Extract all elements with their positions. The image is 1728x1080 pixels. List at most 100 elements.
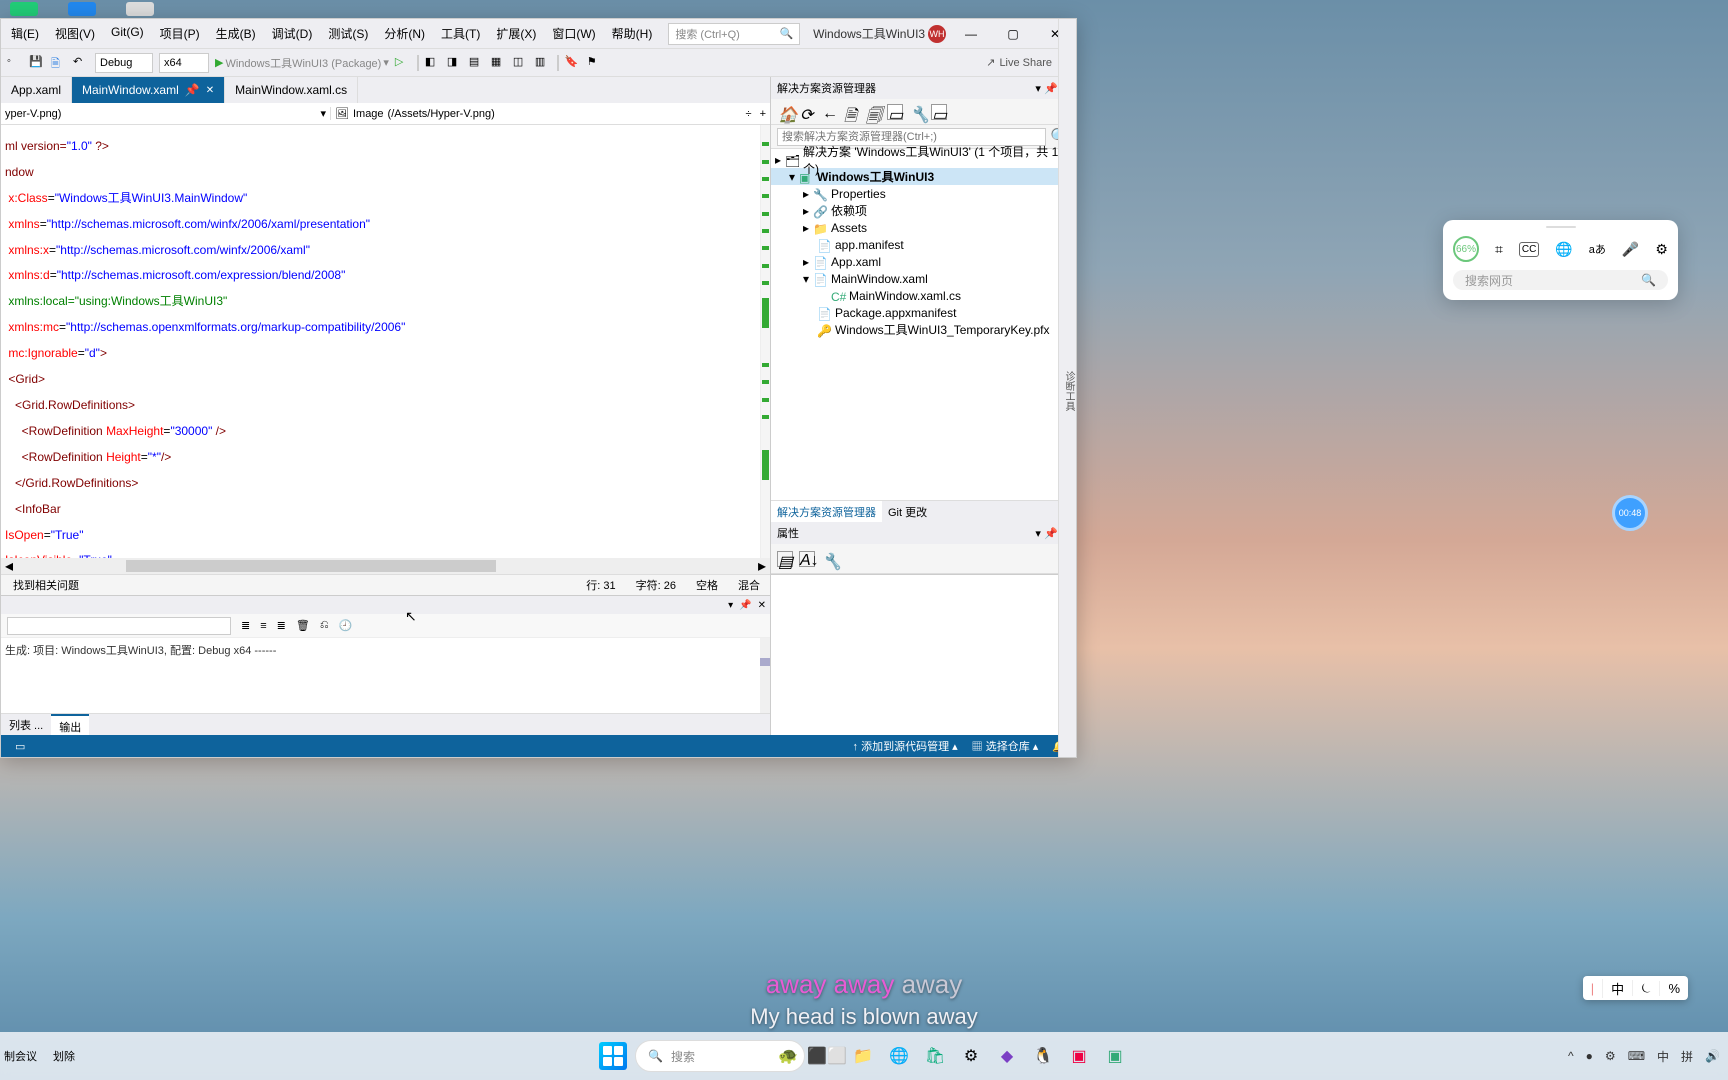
- system-tray[interactable]: ^ ● ⚙ ⌨ 中 拼 🔊: [1568, 1048, 1720, 1065]
- start-button[interactable]: [599, 1042, 627, 1070]
- source-control-button[interactable]: ↑ 添加到源代码管理 ▴: [853, 738, 958, 754]
- close-icon[interactable]: ✕: [206, 85, 214, 96]
- taskbar-search[interactable]: 🔍搜索 🐢: [635, 1040, 805, 1072]
- start-debug-button[interactable]: ▶Windows工具WinUI3 (Package)▾: [215, 55, 389, 71]
- tool-icon-4[interactable]: ▦: [491, 55, 507, 71]
- pin-icon[interactable]: 📌: [1044, 528, 1058, 540]
- tree-assets[interactable]: ▸📁Assets: [799, 219, 1076, 236]
- undo-icon[interactable]: ↶: [73, 55, 89, 71]
- tool-icon-3[interactable]: ▤: [469, 55, 485, 71]
- menu-debug[interactable]: 调试(D): [266, 21, 319, 46]
- tab-mainwindow-xaml[interactable]: MainWindow.xaml📌✕: [72, 77, 225, 103]
- filter-icon[interactable]: ▭: [887, 104, 903, 120]
- doc-nav-left[interactable]: yper-V.png)▾: [1, 107, 331, 120]
- title-search[interactable]: 搜索 (Ctrl+Q) 🔍: [668, 23, 800, 45]
- tab-mainwindow-cs[interactable]: MainWindow.xaml.cs: [225, 77, 358, 103]
- issue-indicator[interactable]: 找到相关问题: [13, 577, 79, 593]
- minimize-button[interactable]: —: [954, 20, 988, 48]
- tray-volume[interactable]: 🔊: [1705, 1049, 1720, 1063]
- flag-icon[interactable]: ⚑: [587, 55, 603, 71]
- tab-git-changes[interactable]: Git 更改: [882, 501, 933, 522]
- explorer-icon[interactable]: 📁: [849, 1042, 877, 1070]
- tool-icon-5[interactable]: ◫: [513, 55, 529, 71]
- menu-view[interactable]: 视图(V): [49, 21, 101, 46]
- close-icon[interactable]: ✕: [758, 600, 766, 611]
- pin-icon[interactable]: 📌: [1044, 83, 1058, 95]
- menu-build[interactable]: 生成(B): [210, 21, 262, 46]
- scrollbar-thumb[interactable]: [126, 560, 496, 572]
- settings-icon[interactable]: ⚙: [957, 1042, 985, 1070]
- play-icon[interactable]: ▷: [395, 55, 411, 71]
- tray-pinyin[interactable]: 拼: [1681, 1048, 1693, 1065]
- translate-icon[interactable]: aあ: [1589, 241, 1606, 257]
- app-icon-1[interactable]: ▣: [1065, 1042, 1093, 1070]
- tab-output[interactable]: 输出: [51, 714, 89, 735]
- properties-grid[interactable]: [771, 574, 1076, 735]
- sync-icon[interactable]: ⟳: [799, 104, 815, 120]
- tray-ime[interactable]: 中: [1657, 1048, 1669, 1065]
- clock-icon[interactable]: 🕘: [339, 619, 353, 632]
- horizontal-scrollbar[interactable]: ◂ ▸: [1, 558, 770, 574]
- tree-mainwindow-xaml[interactable]: ▾📄MainWindow.xaml: [799, 270, 1076, 287]
- bookmark-icon[interactable]: 🔖: [565, 55, 581, 71]
- prop-wrench-icon[interactable]: 🔧: [821, 551, 837, 567]
- out-tool-5[interactable]: ⎌: [320, 619, 329, 632]
- taskbar-widgets[interactable]: 制会议划除: [4, 1048, 75, 1064]
- ime-pct[interactable]: %: [1659, 981, 1688, 996]
- code-editor[interactable]: ml version="1.0" ?> ndow x:Class="Window…: [1, 125, 770, 558]
- prop-cat-icon[interactable]: ▤: [777, 551, 793, 567]
- menu-test[interactable]: 测试(S): [322, 21, 374, 46]
- app-icon-2[interactable]: ▣: [1101, 1042, 1129, 1070]
- vertical-tabs[interactable]: 诊断工具: [1058, 19, 1076, 757]
- gear-icon[interactable]: ⚙: [1655, 241, 1668, 258]
- qr-icon[interactable]: ⌗: [1495, 241, 1503, 258]
- tray-gear[interactable]: ⚙: [1605, 1049, 1616, 1063]
- tree-app-xaml[interactable]: ▸📄App.xaml: [799, 253, 1076, 270]
- properties-icon[interactable]: 🔧: [909, 104, 925, 120]
- menu-extensions[interactable]: 扩展(X): [490, 21, 542, 46]
- out-tool-4[interactable]: 🗑: [296, 619, 310, 632]
- out-tool-2[interactable]: ≡: [260, 620, 266, 632]
- tree-dependencies[interactable]: ▸🔗依赖项: [799, 202, 1076, 219]
- performance-ring[interactable]: 66%: [1453, 236, 1479, 262]
- platform-selector[interactable]: x64: [159, 53, 209, 73]
- menu-git[interactable]: Git(G): [105, 21, 150, 46]
- vs-taskbar-icon[interactable]: ◆: [993, 1042, 1021, 1070]
- repo-select-button[interactable]: ▦ 选择仓库 ▴: [972, 738, 1039, 754]
- qq-icon[interactable]: 🐧: [1029, 1042, 1057, 1070]
- taskview-icon[interactable]: ⬛⬜: [813, 1042, 841, 1070]
- tree-properties[interactable]: ▸🔧Properties: [799, 185, 1076, 202]
- tray-dot[interactable]: ●: [1586, 1049, 1593, 1063]
- tray-kbd[interactable]: ⌨: [1628, 1049, 1645, 1063]
- user-badge[interactable]: WH: [928, 25, 946, 43]
- main-menu[interactable]: 辑(E) 视图(V) Git(G) 项目(P) 生成(B) 调试(D) 测试(S…: [1, 21, 658, 46]
- edge-taskbar-icon[interactable]: 🌐: [885, 1042, 913, 1070]
- chevron-down-icon[interactable]: ▾: [728, 600, 733, 611]
- recording-timer[interactable]: 00:48: [1612, 495, 1648, 531]
- config-selector[interactable]: Debug: [95, 53, 153, 73]
- tool-icon-2[interactable]: ◨: [447, 55, 463, 71]
- back-icon[interactable]: ◦: [7, 55, 23, 71]
- pin-icon[interactable]: 📌: [739, 600, 751, 611]
- copy-icon[interactable]: 🗐: [865, 104, 881, 120]
- pin-icon[interactable]: 📌: [185, 83, 200, 97]
- maximize-button[interactable]: ▢: [996, 20, 1030, 48]
- solution-tree[interactable]: ▸🗂解决方案 'Windows工具WinUI3' (1 个项目，共 1 个) ▾…: [771, 149, 1076, 340]
- menu-window[interactable]: 窗口(W): [546, 21, 601, 46]
- chevron-down-icon[interactable]: ▾: [1035, 528, 1041, 540]
- tree-solution-root[interactable]: ▸🗂解决方案 'Windows工具WinUI3' (1 个项目，共 1 个): [771, 151, 1076, 168]
- taskbar[interactable]: 制会议划除 🔍搜索 🐢 ⬛⬜ 📁 🌐 🛍 ⚙ ◆ 🐧 ▣ ▣ ^ ● ⚙ ⌨ 中…: [0, 1032, 1728, 1080]
- ime-bar[interactable]: | 中 ⏾ %: [1583, 976, 1688, 1000]
- output-source-combo[interactable]: [7, 617, 231, 635]
- cc-icon[interactable]: CC: [1519, 242, 1539, 257]
- tray-chevron[interactable]: ^: [1568, 1049, 1574, 1063]
- ime-indicator[interactable]: |: [1583, 981, 1602, 996]
- menu-project[interactable]: 项目(P): [154, 21, 206, 46]
- web-search-input[interactable]: 搜索网页🔍: [1453, 270, 1668, 290]
- edge-icon[interactable]: 🌐: [1555, 241, 1572, 258]
- tree-manifest[interactable]: 📄app.manifest: [799, 236, 1076, 253]
- home-icon[interactable]: 🏠: [777, 104, 793, 120]
- tool-icon-6[interactable]: ▥: [535, 55, 551, 71]
- out-tool-1[interactable]: ≣: [241, 619, 250, 632]
- tab-solution-explorer[interactable]: 解决方案资源管理器: [771, 501, 882, 522]
